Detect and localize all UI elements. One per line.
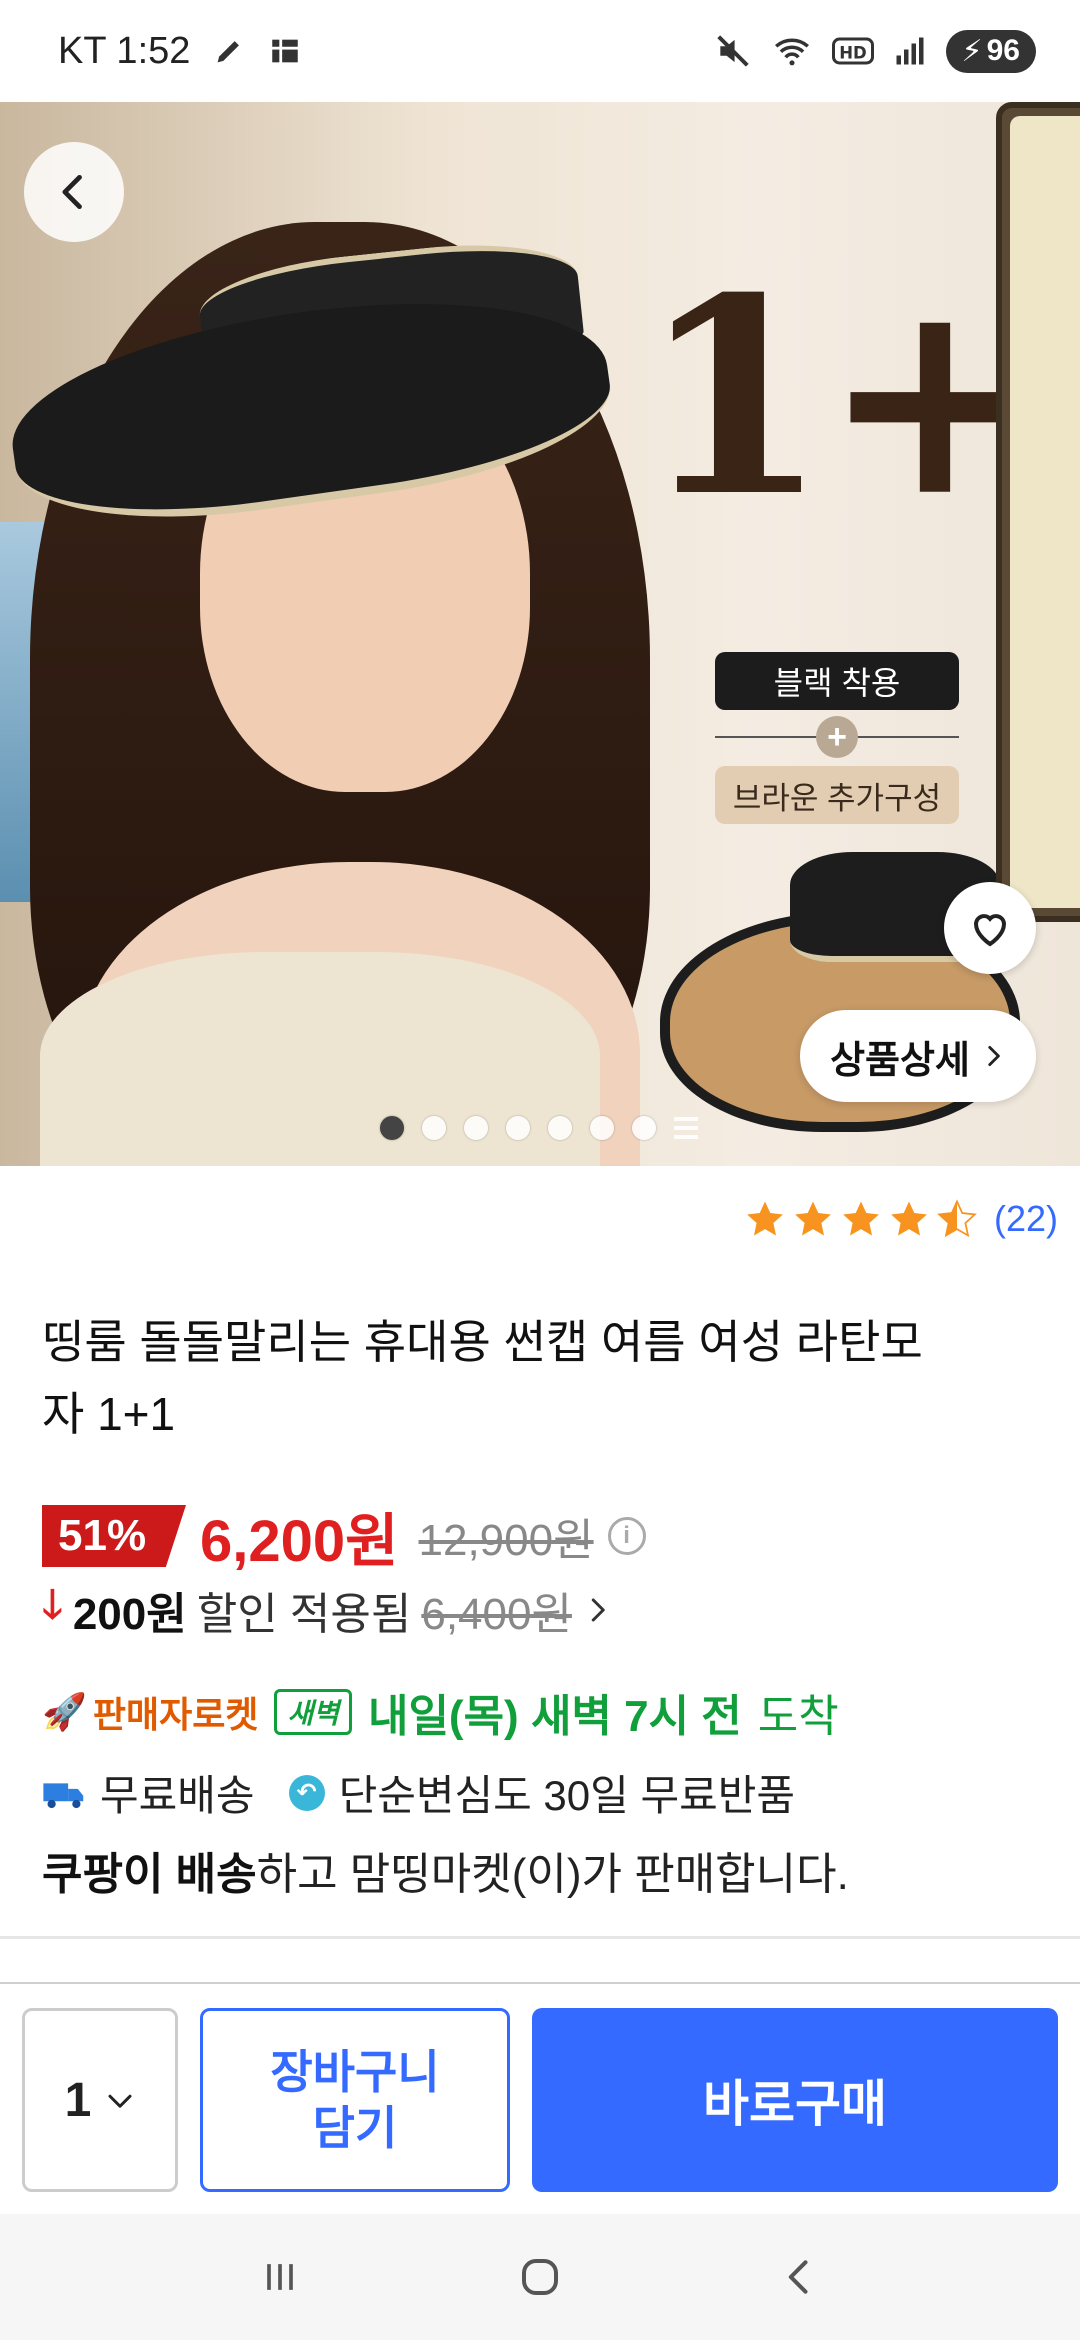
delivery-row: 🚀 판매자로켓 새벽 내일(목) 새벽 7시 전 도착 — [42, 1680, 839, 1744]
down-arrow-icon: 🡓 — [42, 1583, 63, 1627]
seller-info: 쿠팡이 배송하고 맘띵마켓(이)가 판매합니다. — [42, 1838, 849, 1902]
price-row: 51% 6,200원 12,900원 i — [42, 1494, 646, 1578]
wifi-icon — [774, 38, 809, 66]
quantity-select[interactable]: 1 — [22, 2008, 178, 2192]
action-bar: 1 장바구니 담기 바로구매 — [0, 1984, 1080, 2214]
info-icon[interactable]: i — [607, 1517, 646, 1555]
return-icon: ↶ — [288, 1774, 325, 1811]
chevron-right-icon — [988, 1045, 1000, 1067]
back-arrow-icon — [788, 2260, 808, 2294]
option-brown-label: 브라운 추가구성 — [715, 766, 959, 824]
svg-text:HD: HD — [839, 44, 867, 63]
app-grid-icon — [272, 39, 299, 63]
quantity-value: 1 — [64, 2073, 92, 2127]
seller-text: 하고 맘띵마켓(이)가 판매합니다. — [256, 1850, 849, 1899]
rating[interactable]: (22) — [744, 1198, 1058, 1240]
home-icon — [522, 2259, 558, 2295]
carousel-dot[interactable] — [380, 1116, 404, 1140]
pen-icon — [218, 41, 240, 63]
bolt-icon: ⚡ — [961, 34, 983, 68]
dawn-badge: 새벽 — [274, 1689, 352, 1735]
carousel-dot[interactable] — [632, 1116, 656, 1140]
divider — [0, 1936, 1080, 1939]
rocket-icon: 🚀 — [42, 1691, 87, 1732]
plus-icon: + — [816, 716, 858, 758]
review-count[interactable]: (22) — [994, 1198, 1058, 1240]
product-detail-button[interactable]: 상품상세 — [800, 1010, 1036, 1102]
system-nav-bar — [0, 2214, 1080, 2340]
carousel-indicator[interactable] — [380, 1116, 698, 1140]
system-back-button[interactable] — [765, 2242, 835, 2312]
chevron-down-icon — [108, 2094, 132, 2108]
chevron-right-icon — [591, 1598, 605, 1622]
star-full-icon — [747, 1201, 783, 1236]
carousel-dot[interactable] — [590, 1116, 614, 1140]
star-half-icon — [937, 1199, 977, 1238]
add-to-cart-button[interactable]: 장바구니 담기 — [200, 2008, 510, 2192]
truck-icon — [43, 1782, 84, 1808]
signal-icon — [896, 37, 924, 65]
coupon-text: 할인 적용됨 — [196, 1590, 412, 1639]
arrival-time: 내일(목) 새벽 7시 전 — [367, 1692, 742, 1741]
star-full-icon — [795, 1201, 831, 1236]
status-left: KT 1:52 — [58, 30, 302, 73]
product-detail-label: 상품상세 — [830, 1039, 970, 1082]
side-banner[interactable] — [996, 102, 1080, 922]
product-title: 띵룸 돌돌말리는 휴대용 썬캡 여름 여성 라탄모자 1+1 — [42, 1316, 923, 1440]
star-full-icon — [843, 1201, 879, 1236]
coupon-discount-row[interactable]: 🡓 200원 할인 적용됨 6,400원 — [42, 1576, 612, 1644]
carrier-time: KT 1:52 — [58, 29, 191, 72]
shipping-row: 무료배송 ↶ 단순변심도 30일 무료반품 — [42, 1762, 795, 1823]
discount-badge: 51% — [42, 1505, 186, 1567]
carousel-list-icon[interactable] — [674, 1117, 698, 1139]
carousel-dot[interactable] — [422, 1116, 446, 1140]
heart-icon — [973, 914, 1007, 947]
mute-icon — [716, 35, 749, 67]
free-return: 단순변심도 30일 무료반품 — [338, 1772, 796, 1819]
chevron-left-icon — [62, 174, 82, 210]
home-button[interactable] — [505, 2242, 575, 2312]
sale-price: 6,200원 — [200, 1509, 399, 1574]
battery-indicator: ⚡ 96 — [945, 29, 1036, 73]
status-bar: KT 1:52 HD ⚡ 96 — [0, 0, 1080, 102]
buy-now-button[interactable]: 바로구매 — [532, 2008, 1058, 2192]
rocket-label: 🚀 판매자로켓 — [42, 1686, 258, 1738]
side-banner-inner — [1010, 116, 1080, 908]
recent-apps-icon — [267, 2264, 293, 2290]
product-image-carousel[interactable]: 1+1 블랙 착용 + 브라운 추가구성 상품상세 — [0, 102, 1080, 1166]
original-price: 12,900원 — [418, 1516, 594, 1565]
carousel-dot[interactable] — [464, 1116, 488, 1140]
coupon-amount: 200원 — [72, 1590, 187, 1639]
back-button[interactable] — [24, 142, 124, 242]
carousel-dot[interactable] — [506, 1116, 530, 1140]
battery-level: 96 — [986, 34, 1020, 67]
free-shipping: 무료배송 — [100, 1772, 255, 1819]
coupon-original-price: 6,400원 — [421, 1590, 572, 1639]
option-black-label: 블랙 착용 — [715, 652, 959, 710]
rocket-label-text: 판매자로켓 — [92, 1694, 259, 1735]
hd-icon: HD — [831, 37, 874, 65]
star-full-icon — [891, 1201, 927, 1236]
status-right: HD ⚡ 96 — [714, 29, 1036, 73]
wishlist-button[interactable] — [944, 882, 1036, 974]
recent-apps-button[interactable] — [245, 2242, 315, 2312]
seller-delivery: 쿠팡이 배송 — [42, 1850, 257, 1899]
carousel-dot[interactable] — [548, 1116, 572, 1140]
arrival-suffix: 도착 — [757, 1692, 839, 1741]
